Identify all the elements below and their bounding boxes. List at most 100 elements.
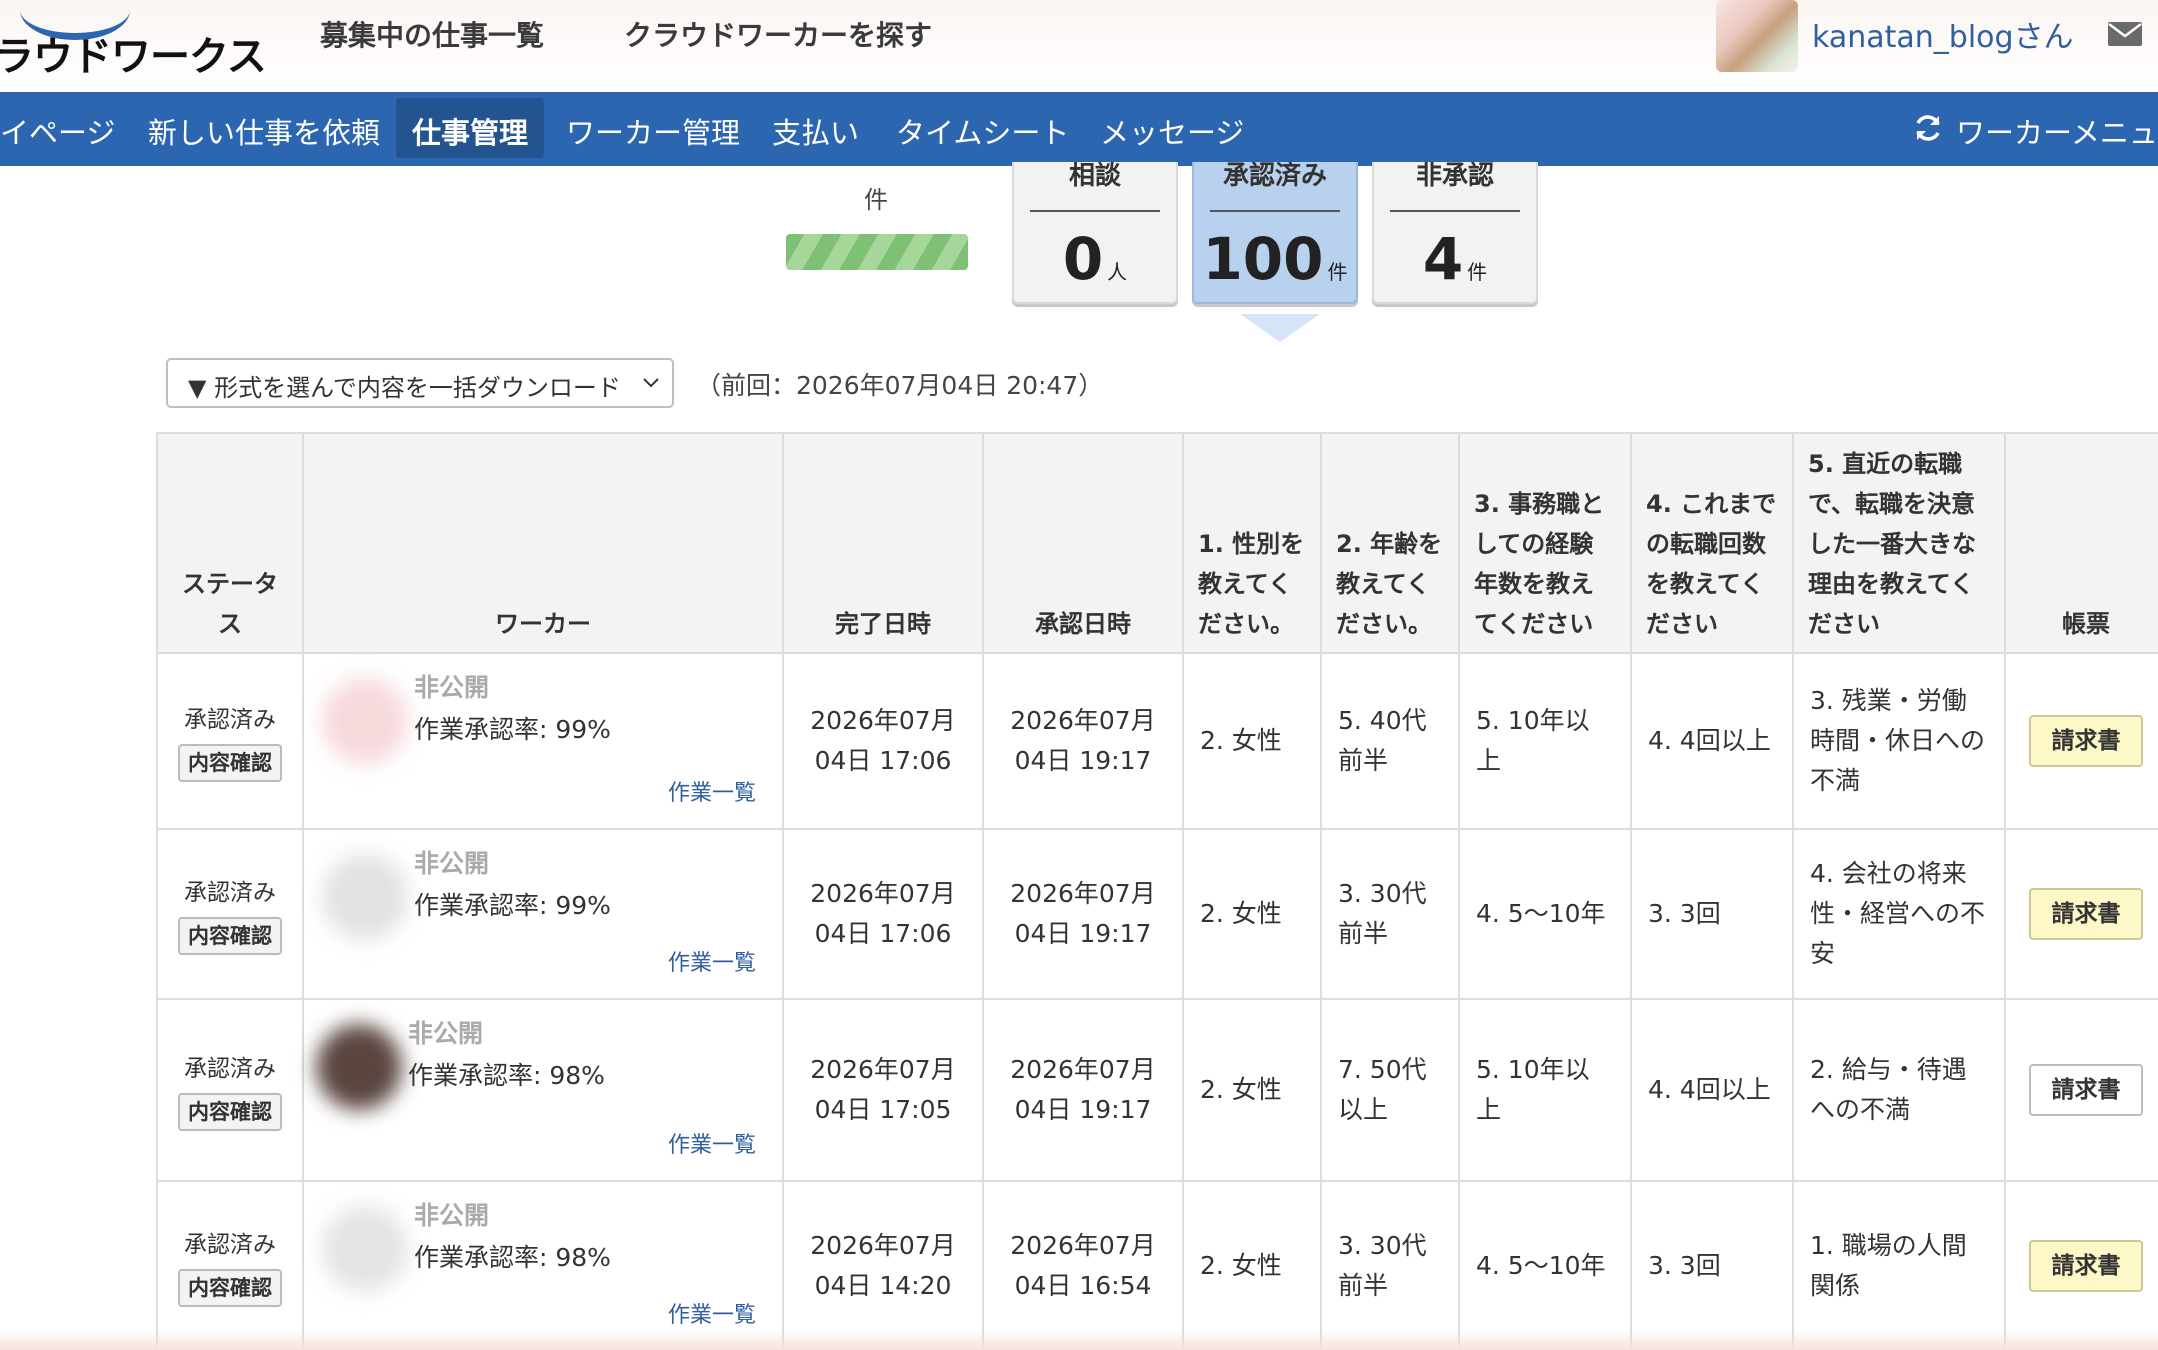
crowdworks-logo[interactable]: ラウドワークス	[0, 24, 267, 80]
answer-q5: 3. 残業・労働時間・休日への不満	[1792, 652, 2006, 830]
completed-date: 2026年07月04日 14:20	[782, 1180, 984, 1350]
worker-avatar[interactable]	[322, 1206, 408, 1292]
invoice-cell: 請求書	[2004, 828, 2158, 1000]
stat-number: 0	[1062, 225, 1104, 293]
worker-name: 非公開	[414, 673, 490, 702]
last-download-time: （前回：2026年07月04日 20:47）	[696, 371, 1104, 400]
stat-label: 非承認	[1390, 162, 1520, 212]
answer-q1: 2. 女性	[1182, 652, 1322, 830]
answer-q2: 3. 30代前半	[1320, 828, 1460, 1000]
nav-messages[interactable]: メッセージ	[1100, 110, 1244, 152]
logo-text: ラウドワークス	[0, 34, 267, 80]
work-list-link[interactable]: 作業一覧	[668, 1126, 756, 1166]
username-link[interactable]: kanatan_blogさん	[1812, 12, 2074, 56]
completed-date: 2026年07月04日 17:06	[782, 652, 984, 830]
link-find-workers[interactable]: クラウドワーカーを探す	[624, 14, 932, 54]
status-text: 承認済み	[184, 1056, 276, 1082]
worker-cell: 非公開 作業承認率: 98% 作業一覧	[302, 1180, 784, 1350]
approved-date: 2026年07月04日 19:17	[982, 652, 1184, 830]
worker-approval-rate: 作業承認率: 98%	[414, 1243, 611, 1272]
worker-cell: 非公開 作業承認率: 99% 作業一覧	[302, 652, 784, 830]
answer-q2: 5. 40代前半	[1320, 652, 1460, 830]
status-cell: 承認済み 内容確認	[156, 652, 304, 830]
stat-unit: 件	[1467, 260, 1488, 284]
invoice-button[interactable]: 請求書	[2029, 715, 2143, 767]
stat-label: 承認済み	[1210, 162, 1340, 212]
invoice-button[interactable]: 請求書	[2029, 1064, 2143, 1116]
stat-value: 4件	[1374, 224, 1536, 307]
answer-q2: 7. 50代以上	[1320, 998, 1460, 1182]
worker-approval-rate: 作業承認率: 99%	[414, 891, 611, 920]
invoice-button[interactable]: 請求書	[2029, 888, 2143, 940]
status-text: 承認済み	[184, 1232, 276, 1258]
worker-name: 非公開	[414, 1201, 490, 1230]
download-format-select[interactable]: ▼ 形式を選んで内容を一括ダウンロード	[166, 358, 674, 408]
invoice-cell: 請求書	[2004, 998, 2158, 1182]
worker-cell: 非公開 作業承認率: 98% 作業一覧	[302, 998, 784, 1182]
selected-pointer	[1240, 314, 1320, 342]
work-list-link[interactable]: 作業一覧	[668, 944, 756, 984]
completed-date: 2026年07月04日 17:06	[782, 828, 984, 1000]
stat-approved[interactable]: 承認済み 100 件	[1192, 162, 1358, 304]
stat-rejected[interactable]: 非承認 4件	[1372, 162, 1538, 304]
answer-q1: 2. 女性	[1182, 998, 1322, 1182]
status-text: 承認済み	[184, 880, 276, 906]
worker-avatar[interactable]	[322, 854, 408, 940]
worker-cell: 非公開 作業承認率: 99% 作業一覧	[302, 828, 784, 1000]
answer-q1: 2. 女性	[1182, 1180, 1322, 1350]
confirm-button[interactable]: 内容確認	[178, 1093, 282, 1131]
table-row: 承認済み 内容確認 非公開 作業承認率: 99% 作業一覧 2026年07月04…	[156, 652, 2158, 830]
link-job-list[interactable]: 募集中の仕事一覧	[320, 14, 544, 54]
stat-consultation[interactable]: 相談 0人	[1012, 162, 1178, 304]
user-avatar[interactable]	[1716, 0, 1798, 72]
answer-q3: 5. 10年以上	[1458, 998, 1632, 1182]
answer-q4: 4. 4回以上	[1630, 998, 1794, 1182]
approved-date: 2026年07月04日 19:17	[982, 828, 1184, 1000]
nav-job-management[interactable]: 仕事管理	[396, 98, 545, 158]
stat-value: 0人	[1014, 224, 1176, 307]
approved-date: 2026年07月04日 19:17	[982, 998, 1184, 1182]
header-q1: 1. 性別を教えてください。	[1182, 432, 1322, 654]
status-cell: 承認済み 内容確認	[156, 1180, 304, 1350]
nav-timesheet[interactable]: タイムシート	[896, 110, 1069, 152]
invoice-cell: 請求書	[2004, 652, 2158, 830]
answer-q5: 4. 会社の将来性・経営への不安	[1792, 828, 2006, 1000]
mail-icon[interactable]	[2108, 22, 2142, 46]
header-q4: 4. これまでの転職回数を教えてください	[1630, 432, 1794, 654]
nav-mypage[interactable]: イページ	[0, 110, 115, 152]
header-status: ステータス	[156, 432, 304, 654]
answer-q1: 2. 女性	[1182, 828, 1322, 1000]
work-list-link[interactable]: 作業一覧	[668, 774, 756, 814]
status-cell: 承認済み 内容確認	[156, 998, 304, 1182]
status-cell: 承認済み 内容確認	[156, 828, 304, 1000]
answer-q3: 5. 10年以上	[1458, 652, 1632, 830]
worker-avatar[interactable]	[322, 678, 408, 764]
site-header: ラウドワークス 募集中の仕事一覧 クラウドワーカーを探す kanatan_blo…	[0, 0, 2158, 92]
stat-value: 100 件	[1194, 224, 1356, 307]
stat-label: 相談	[1030, 162, 1160, 212]
nav-worker-menu[interactable]: ワーカーメニュー	[1956, 110, 2158, 152]
confirm-button[interactable]: 内容確認	[178, 1269, 282, 1307]
answer-q4: 4. 4回以上	[1630, 652, 1794, 830]
count-unit: 件	[864, 186, 888, 214]
main-nav: イページ 新しい仕事を依頼 仕事管理 ワーカー管理 支払い タイムシート メッセ…	[0, 92, 2158, 166]
nav-payments[interactable]: 支払い	[772, 110, 859, 152]
answer-q5: 1. 職場の人間関係	[1792, 1180, 2006, 1350]
nav-worker-management[interactable]: ワーカー管理	[566, 110, 740, 152]
answer-q4: 3. 3回	[1630, 828, 1794, 1000]
table-row: 承認済み 内容確認 非公開 作業承認率: 99% 作業一覧 2026年07月04…	[156, 828, 2158, 1000]
stat-unit: 人	[1107, 260, 1128, 284]
confirm-button[interactable]: 内容確認	[178, 744, 282, 782]
header-q3: 3. 事務職としての経験年数を教えてください	[1458, 432, 1632, 654]
header-q5: 5. 直近の転職で、転職を決意した一番大きな理由を教えてください	[1792, 432, 2006, 654]
answer-q3: 4. 5〜10年	[1458, 828, 1632, 1000]
invoice-button[interactable]: 請求書	[2029, 1240, 2143, 1292]
worker-avatar[interactable]	[316, 1024, 402, 1110]
stat-number: 4	[1422, 225, 1464, 293]
header-q2: 2. 年齢を教えてください。	[1320, 432, 1460, 654]
confirm-button[interactable]: 内容確認	[178, 917, 282, 955]
worker-name: 非公開	[414, 849, 490, 878]
refresh-icon[interactable]	[1912, 112, 1944, 144]
nav-new-job[interactable]: 新しい仕事を依頼	[148, 110, 380, 152]
download-select-label: ▼ 形式を選んで内容を一括ダウンロード	[188, 374, 621, 402]
